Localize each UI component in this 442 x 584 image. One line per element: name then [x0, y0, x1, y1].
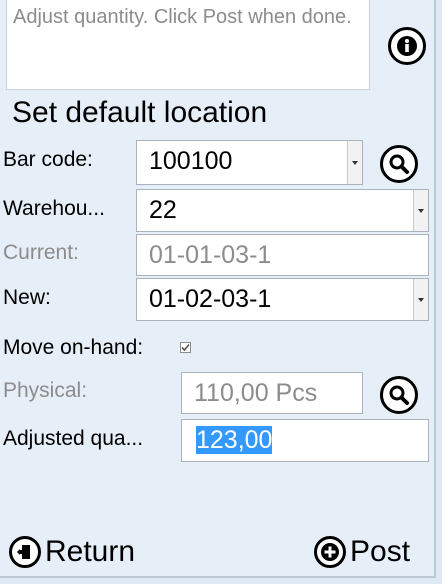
exit-door-icon	[9, 536, 41, 568]
chevron-down-icon	[418, 208, 424, 213]
move-onhand-label: Move on-hand:	[3, 336, 144, 359]
physical-label: Physical:	[3, 379, 88, 402]
page-title: Set default location	[12, 96, 268, 129]
new-location-select[interactable]: 01-02-03-1	[136, 278, 429, 321]
warehouse-dropdown-button[interactable]	[413, 190, 428, 231]
current-location-value: 01-01-03-1	[149, 241, 272, 269]
plus-circle-icon	[314, 536, 346, 568]
current-location-field: 01-01-03-1	[136, 234, 429, 276]
physical-quantity-value: 110,00 Pcs	[194, 379, 318, 407]
new-location-value: 01-02-03-1	[149, 285, 272, 313]
checkmark-icon	[181, 343, 190, 352]
return-label: Return	[45, 535, 136, 568]
adjusted-label: Adjusted qua...	[3, 427, 144, 450]
physical-search-icon[interactable]	[380, 376, 418, 414]
barcode-label: Bar code:	[3, 148, 93, 171]
warehouse-select[interactable]: 22	[136, 189, 429, 232]
app-window: Adjust quantity. Click Post when done. S…	[0, 0, 436, 578]
instruction-message: Adjust quantity. Click Post when done.	[6, 0, 370, 90]
adjusted-quantity-input[interactable]: 123,00	[181, 419, 429, 462]
new-label: New:	[3, 286, 51, 309]
warehouse-label: Warehou...	[3, 197, 105, 220]
post-label: Post	[350, 535, 411, 568]
barcode-search-icon[interactable]	[380, 145, 418, 183]
physical-quantity-field: 110,00 Pcs	[181, 372, 363, 414]
instruction-text: Adjust quantity. Click Post when done.	[13, 6, 352, 28]
barcode-dropdown-button[interactable]	[347, 141, 362, 184]
current-label: Current:	[3, 241, 79, 264]
chevron-down-icon	[352, 160, 358, 165]
barcode-input[interactable]: 100100	[136, 140, 363, 185]
move-onhand-checkbox[interactable]	[180, 342, 191, 353]
return-button[interactable]: Return	[9, 532, 135, 572]
info-icon[interactable]	[388, 27, 426, 65]
post-button[interactable]: Post	[314, 532, 410, 572]
chevron-down-icon	[418, 297, 424, 302]
warehouse-value: 22	[149, 196, 177, 224]
new-location-dropdown-button[interactable]	[413, 279, 428, 320]
adjusted-quantity-value: 123,00	[196, 426, 273, 454]
barcode-value: 100100	[149, 147, 233, 175]
